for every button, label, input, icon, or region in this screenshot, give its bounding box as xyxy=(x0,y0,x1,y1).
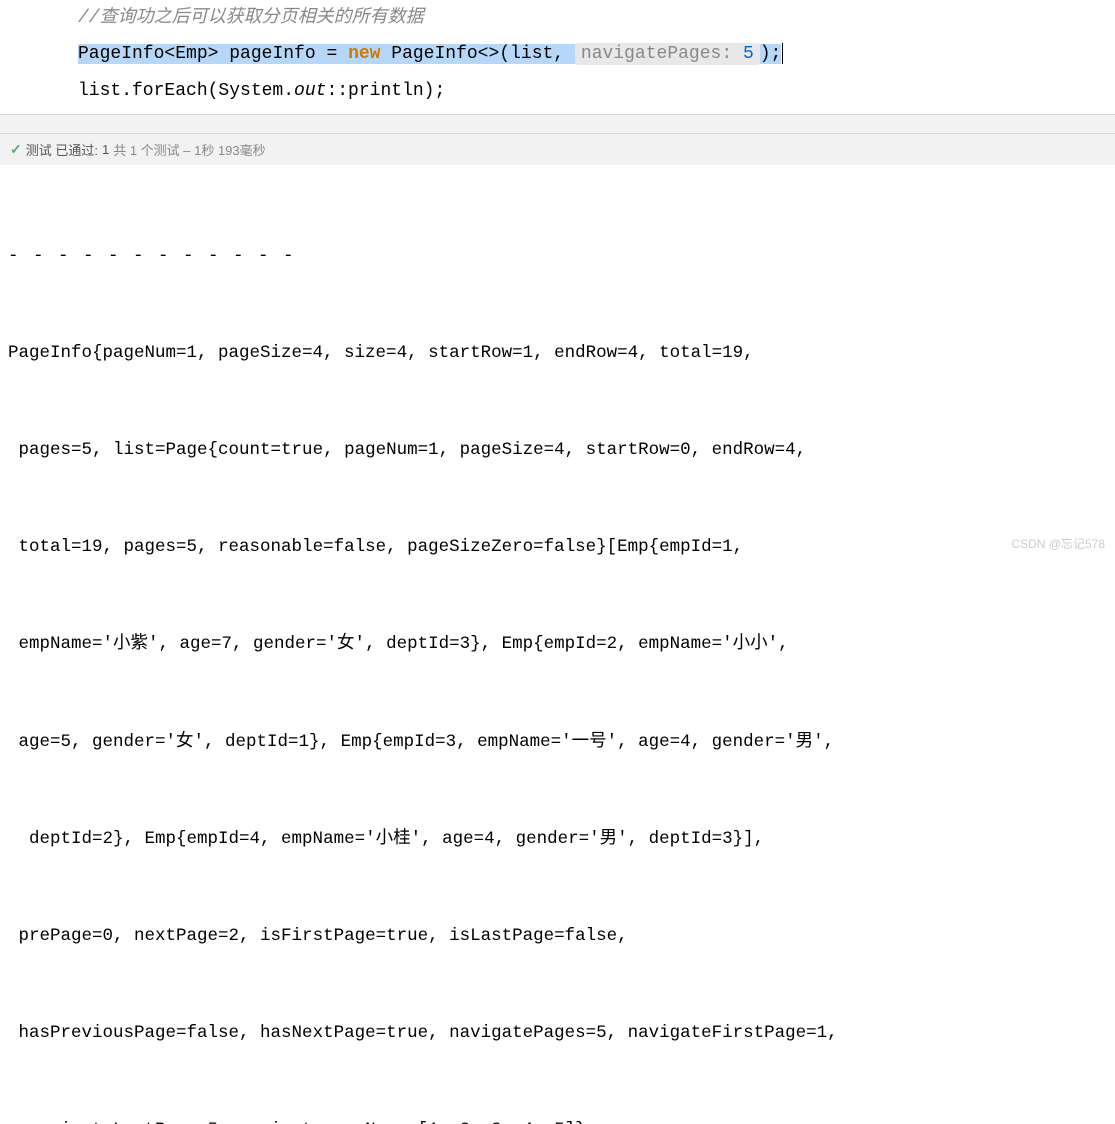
foreach-pre: list.forEach(System. xyxy=(78,81,294,101)
console-line: hasPreviousPage=false, hasNextPage=true,… xyxy=(8,1017,1107,1049)
close-paren: ); xyxy=(760,44,782,64)
comment-text: //查询功之后可以获取分页相关的所有数据 xyxy=(78,8,424,28)
console-output[interactable]: - - - - - - - - - - - - PageInfo{pageNum… xyxy=(0,165,1115,1124)
console-line: prePage=0, nextPage=2, isFirstPage=true,… xyxy=(8,920,1107,952)
field-out: out xyxy=(294,81,326,101)
console-line: navigateLastPage=5, navigatepageNums=[1,… xyxy=(8,1114,1107,1124)
type-token: PageInfo<Emp> xyxy=(78,44,218,64)
panel-divider[interactable] xyxy=(0,114,1115,134)
code-comment-line[interactable]: //查询功之后可以获取分页相关的所有数据 xyxy=(0,0,1115,36)
code-line-foreach[interactable]: list.forEach(System.out::println); xyxy=(0,73,1115,109)
check-icon: ✓ xyxy=(10,141,22,158)
console-line: total=19, pages=5, reasonable=false, pag… xyxy=(8,531,1107,563)
test-count: 1 xyxy=(102,142,109,157)
console-line: empName='小紫', age=7, gender='女', deptId=… xyxy=(8,628,1107,660)
after-new: PageInfo<>(list, xyxy=(380,44,574,64)
console-line: PageInfo{pageNum=1, pageSize=4, size=4, … xyxy=(8,337,1107,369)
code-line-pageinfo[interactable]: PageInfo<Emp> pageInfo = new PageInfo<>(… xyxy=(0,36,1115,72)
console-separator: - - - - - - - - - - - - xyxy=(8,240,1107,272)
test-status-bar: ✓ 测试 已通过: 1 共 1 个测试 – 1秒 193毫秒 xyxy=(0,134,1115,165)
foreach-rest: ::println); xyxy=(326,81,445,101)
test-passed-label: 测试 已通过: xyxy=(26,140,98,159)
code-editor[interactable]: //查询功之后可以获取分页相关的所有数据 PageInfo<Emp> pageI… xyxy=(0,0,1115,109)
test-stats: 共 1 个测试 – 1秒 193毫秒 xyxy=(113,140,265,159)
console-line: age=5, gender='女', deptId=1}, Emp{empId=… xyxy=(8,726,1107,758)
keyword-new: new xyxy=(348,44,380,64)
watermark: CSDN @忘记578 xyxy=(1011,535,1105,552)
console-line: deptId=2}, Emp{empId=4, empName='小桂', ag… xyxy=(8,823,1107,855)
text-cursor xyxy=(782,43,783,65)
console-line: pages=5, list=Page{count=true, pageNum=1… xyxy=(8,434,1107,466)
var-token: pageInfo = xyxy=(218,44,348,64)
parameter-hint: navigatePages: 5 xyxy=(575,43,760,65)
